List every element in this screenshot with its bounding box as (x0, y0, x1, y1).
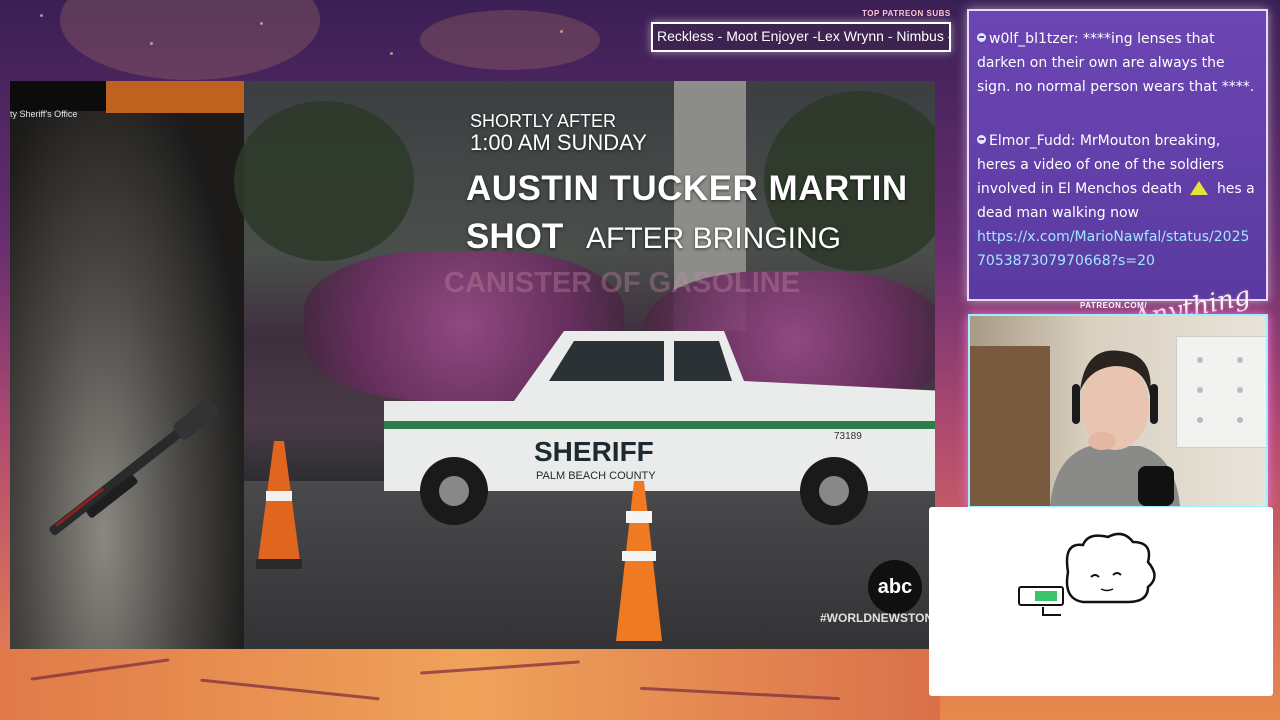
bottom-decor-band (0, 648, 940, 720)
star (390, 52, 393, 55)
news-ghost-text: CANISTER OF GASOLINE (444, 267, 801, 299)
video-player[interactable]: ty Sheriff's Office SHERIFF PALM BEACH C… (10, 81, 935, 649)
news-time-value: 1:00 AM SUNDAY (470, 130, 647, 155)
webcam-feed (968, 314, 1268, 508)
patreon-subs-ticker: Reckless - Moot Enjoyer -Lex Wrynn - Nim… (651, 22, 951, 52)
drawing-canvas[interactable] (929, 507, 1273, 696)
chat-badge-icon (977, 135, 986, 144)
truck-sheriff-text: SHERIFF (534, 436, 654, 467)
chat-panel[interactable]: w0lf_bl1tzer: ****ing lenses that darken… (967, 9, 1268, 301)
star (260, 22, 263, 25)
microphone (1138, 466, 1174, 506)
background-glow (420, 10, 600, 70)
chat-message: Elmor_Fudd: MrMouton breaking, heres a v… (977, 129, 1255, 273)
background-glow (60, 0, 320, 80)
chat-username: Elmor_Fudd (989, 133, 1071, 149)
news-time-caption: SHORTLY AFTER (470, 111, 617, 131)
traffic-cone (616, 481, 662, 641)
chat-badge-icon (977, 33, 986, 42)
evidence-photo: ty Sheriff's Office (10, 81, 244, 649)
news-hashtag: #WORLDNEWSTON (820, 611, 934, 625)
news-headline-rest: AFTER BRINGING (586, 222, 842, 255)
truck-number: 73189 (834, 431, 862, 442)
chat-message: w0lf_bl1tzer: ****ing lenses that darken… (977, 31, 1255, 95)
abc-logo: abc (868, 560, 922, 614)
sheriff-office-label: ty Sheriff's Office (10, 109, 78, 119)
chat-link[interactable]: https://x.com/MarioNawfal/status/2025705… (977, 225, 1255, 273)
ticker-text: Reckless - Moot Enjoyer -Lex Wrynn - Nim… (657, 28, 951, 44)
news-footage: SHERIFF PALM BEACH COUNTY 73189 CANISTER… (234, 81, 935, 649)
star (560, 30, 563, 33)
star (40, 14, 43, 17)
news-headline-shot: SHOT (466, 217, 564, 256)
traffic-cone (256, 441, 302, 569)
news-headline: AUSTIN TUCKER MARTIN (466, 169, 908, 208)
chat-username: w0lf_bl1tzer (989, 31, 1074, 47)
star (150, 42, 153, 45)
doodle-character (1018, 532, 1156, 616)
pyramid-emote-icon (1190, 181, 1209, 195)
shotgun-image (49, 399, 219, 536)
top-patreon-subs-label: TOP PATREON SUBS (862, 9, 951, 18)
